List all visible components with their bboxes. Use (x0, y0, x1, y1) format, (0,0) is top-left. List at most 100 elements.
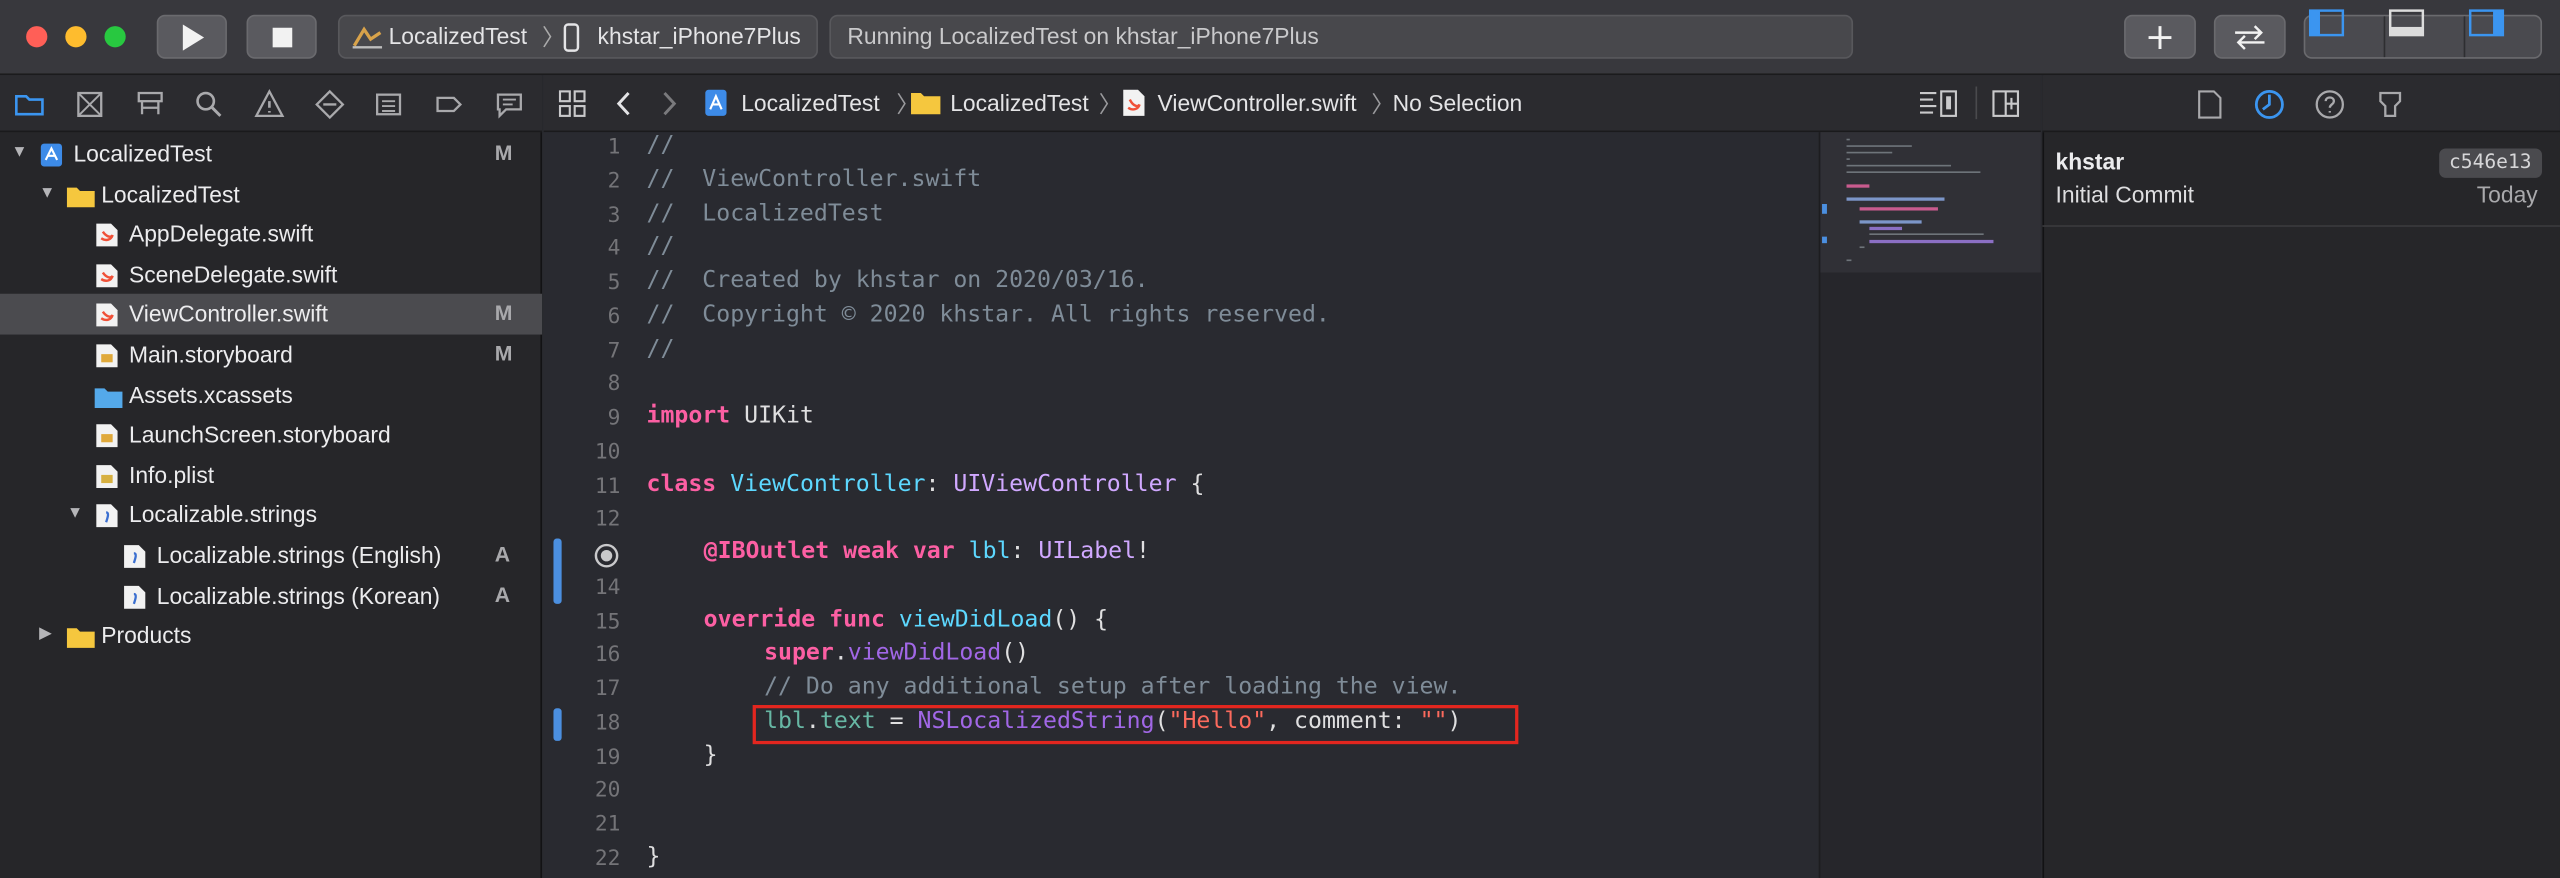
disclosure-closed-icon[interactable]: ▶ (39, 616, 52, 656)
list-item[interactable]: AppDelegate.swift (0, 214, 542, 254)
editor-options-icon[interactable] (1918, 90, 1957, 118)
forward-icon[interactable] (660, 90, 680, 118)
list-item-selected[interactable]: ViewController.swift M (0, 294, 543, 335)
code-line: // (646, 234, 675, 261)
zoom-window-button[interactable] (104, 26, 126, 48)
library-button[interactable] (2124, 14, 2196, 59)
code-line: // ViewController.swift (646, 166, 982, 193)
line-number: 8 (607, 372, 621, 398)
swift-file-icon (1123, 89, 1145, 116)
test-navigator-icon[interactable] (313, 88, 346, 121)
line-number: 4 (607, 237, 621, 262)
list-item[interactable]: Main.storyboard M (0, 335, 542, 375)
breadcrumb-project[interactable]: LocalizedTest (741, 90, 879, 116)
assets-folder-icon (94, 387, 123, 408)
project-icon (705, 89, 727, 116)
line-number: 1 (607, 135, 621, 160)
source-control-icon[interactable] (73, 88, 106, 121)
list-item[interactable]: Assets.xcassets (0, 375, 542, 415)
list-item[interactable]: SceneDelegate.swift (0, 254, 542, 294)
folder-icon[interactable] (13, 88, 46, 121)
warning-icon[interactable] (253, 88, 286, 121)
stop-button[interactable] (246, 14, 317, 59)
report-navigator-icon[interactable] (493, 88, 526, 121)
breakpoint-navigator-icon[interactable] (433, 88, 466, 121)
strings-file-icon (124, 585, 146, 609)
back-icon[interactable] (614, 90, 634, 118)
minimize-window-button[interactable] (65, 26, 87, 48)
line-number: 22 (594, 846, 621, 872)
related-items-icon[interactable] (558, 90, 586, 118)
code-line: super.viewDidLoad() (764, 640, 1030, 667)
line-number: 12 (594, 508, 621, 533)
breadcrumb-group[interactable]: LocalizedTest (950, 90, 1088, 116)
history-inspector-icon[interactable] (2253, 88, 2286, 121)
attributes-inspector-icon[interactable] (2374, 88, 2407, 121)
list-item[interactable]: Info.plist (0, 455, 542, 495)
list-item[interactable]: Localizable.strings (Korean) A (0, 575, 542, 615)
scheme-name: LocalizedTest (388, 22, 528, 49)
disclosure-open-icon[interactable]: ▼ (39, 174, 55, 214)
change-indicator[interactable] (553, 538, 562, 604)
list-item[interactable]: ▼ LocalizedTest (0, 174, 542, 214)
debug-navigator-icon[interactable] (372, 88, 405, 121)
source-editor[interactable] (543, 132, 1819, 878)
disclosure-open-icon[interactable]: ▼ (67, 495, 83, 535)
storyboard-file-icon (96, 424, 118, 448)
code-line: import UIKit (646, 403, 814, 430)
line-number: 20 (594, 779, 621, 804)
line-number: 21 (594, 812, 621, 838)
folder-icon (66, 187, 95, 207)
code-line: } (646, 843, 661, 870)
outlet-connection-icon[interactable] (593, 542, 621, 570)
list-item[interactable]: ▼ LocalizedTest M (0, 134, 542, 174)
swift-file-icon (96, 304, 118, 328)
minimap[interactable] (1818, 132, 2041, 878)
list-item[interactable]: ▶ Products (0, 616, 542, 656)
divider (2042, 225, 2560, 227)
close-window-button[interactable] (26, 26, 48, 48)
line-number: 7 (607, 338, 621, 364)
line-number: 14 (594, 576, 621, 601)
inspector-toggle-button[interactable] (2465, 9, 2543, 57)
breadcrumb-file[interactable]: ViewController.swift (1158, 90, 1357, 116)
search-icon[interactable] (193, 88, 226, 121)
code-line: @IBOutlet weak var lbl: UILabel! (703, 538, 1150, 565)
code-line: // (646, 132, 675, 159)
breadcrumb-selection[interactable]: No Selection (1393, 90, 1523, 116)
navigator-toggle-icon (2308, 9, 2345, 37)
line-number: 3 (607, 203, 621, 228)
navigator-toggle-button[interactable] (2305, 9, 2383, 57)
chevron-right-icon: 〉 (1371, 91, 1395, 118)
chevron-right-icon: 〉 (542, 24, 565, 51)
code-line: class ViewController: UIViewController { (646, 470, 1205, 498)
app-target-icon (352, 26, 383, 49)
commit-hash-badge[interactable]: c546e13 (2439, 148, 2542, 178)
split-editor-icon[interactable] (1992, 90, 2020, 118)
line-number: 19 (594, 745, 621, 770)
jump-bar: LocalizedTest 〉 LocalizedTest 〉 ViewCont… (543, 75, 2041, 133)
iphone-icon (563, 23, 580, 52)
list-item[interactable]: Localizable.strings (English) A (0, 535, 542, 575)
disclosure-open-icon[interactable]: ▼ (11, 134, 27, 174)
scheme-selector[interactable]: LocalizedTest 〉 khstar_iPhone7Plus (337, 14, 818, 59)
list-item[interactable]: LaunchScreen.storyboard (0, 415, 542, 455)
toolbar: LocalizedTest 〉 khstar_iPhone7Plus Runni… (0, 0, 2560, 76)
add-icon (2148, 25, 2172, 49)
code-review-button[interactable] (2213, 14, 2286, 59)
code-line: // Copyright © 2020 khstar. All rights r… (646, 301, 1330, 329)
symbol-navigator-icon[interactable] (134, 88, 167, 121)
commit-message: Initial Commit (2055, 181, 2194, 208)
help-icon[interactable] (2313, 88, 2346, 121)
run-button[interactable] (156, 14, 227, 59)
line-number: 17 (594, 677, 621, 702)
code-line: override func viewDidLoad() { (703, 606, 1109, 633)
change-indicator[interactable] (553, 708, 562, 741)
file-inspector-icon[interactable] (2198, 90, 2222, 119)
line-number: 9 (607, 406, 621, 431)
folder-icon (911, 93, 941, 115)
line-number: 6 (607, 305, 621, 330)
list-item[interactable]: ▼ Localizable.strings (0, 495, 542, 535)
strings-file-icon (124, 545, 146, 568)
debug-area-toggle-button[interactable] (2385, 9, 2463, 57)
